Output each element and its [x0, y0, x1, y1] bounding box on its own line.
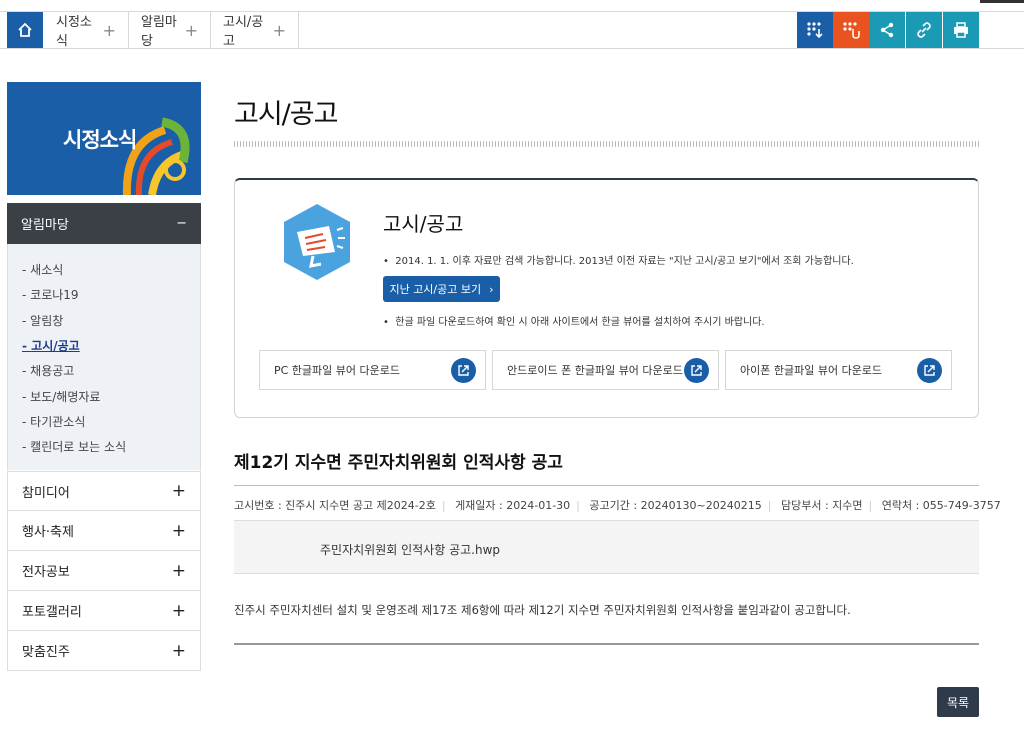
plus-icon: +: [171, 600, 186, 621]
print-button[interactable]: [943, 12, 979, 48]
home-button[interactable]: [7, 12, 43, 48]
collapse-icon: −: [176, 216, 187, 231]
sidebar-item-notice-window[interactable]: - 알림창: [22, 312, 63, 329]
crumb-2-label: 알림마당: [141, 15, 177, 49]
sidebar-item-other-agencies[interactable]: - 타기관소식: [22, 413, 85, 430]
crumb-3-label: 고시/공고: [223, 15, 264, 49]
post-divider: [234, 485, 979, 486]
list-button[interactable]: 목록: [937, 687, 979, 717]
sidebar-submenu: - 새소식 - 코로나19 - 알림창 - 고시/공고 - 채용공고 - 보도/…: [7, 244, 201, 470]
past-announcements-button[interactable]: 지난 고시/공고 보기 ›: [383, 276, 500, 302]
download-label: 아이폰 한글파일 뷰어 다운로드: [740, 364, 883, 377]
plus-icon: +: [171, 481, 186, 501]
braille-download-icon: [807, 22, 823, 39]
sidebar-menu-media[interactable]: 참미디어 +: [7, 471, 201, 511]
sidebar-item-recruitment[interactable]: - 채용공고: [22, 362, 74, 379]
share-button[interactable]: [869, 12, 905, 48]
sidebar-menu-custom-jinju[interactable]: 맞춤진주 +: [7, 631, 201, 671]
sidebar-section-header[interactable]: 알림마당 −: [7, 203, 201, 244]
external-link-icon: [684, 358, 709, 383]
top-edge-bar: [980, 0, 1024, 3]
external-link-icon: [917, 358, 942, 383]
sidebar-menu-label: 맞춤진주: [22, 645, 70, 660]
sidebar-menu-label: 포토갤러리: [22, 605, 82, 620]
download-label: 안드로이드 폰 한글파일 뷰어 다운로드: [507, 364, 683, 377]
plus-icon: +: [272, 20, 286, 40]
sidebar-banner: 시정소식: [7, 82, 201, 195]
notice-illustration-icon: [284, 204, 350, 280]
sidebar-item-covid19[interactable]: - 코로나19: [22, 286, 79, 303]
external-link-icon: [451, 358, 476, 383]
chevron-right-icon: ›: [489, 282, 494, 296]
meta-department: 담당부서 : 지수면: [780, 499, 863, 512]
sidebar-item-label: 새소식: [30, 263, 64, 277]
plus-icon: +: [102, 20, 116, 40]
sidebar-item-news[interactable]: - 새소식: [22, 261, 63, 278]
post-title: 제12기 지수면 주민자치위원회 인적사항 공고: [234, 453, 563, 473]
infobox-note-1-text: 2014. 1. 1. 이후 자료만 검색 가능합니다. 2013년 이전 자료…: [395, 256, 854, 267]
attachment-link[interactable]: 주민자치위원회 인적사항 공고.hwp: [320, 541, 500, 558]
sidebar-menu-events[interactable]: 행사·축제 +: [7, 511, 201, 551]
sidebar-menu-label: 참미디어: [22, 485, 70, 501]
sidebar-item-calendar[interactable]: - 캘린더로 보는 소식: [22, 438, 126, 455]
plus-icon: +: [171, 640, 186, 661]
braille-hand-icon: [843, 22, 860, 39]
sidebar-menu-label: 전자공보: [22, 565, 70, 580]
sidebar-menu-photo-gallery[interactable]: 포토갤러리 +: [7, 591, 201, 631]
sidebar-item-label: 캘린더로 보는 소식: [30, 440, 127, 454]
share-icon: [880, 22, 894, 38]
page-title: 고시/공고: [234, 99, 338, 130]
sidebar-item-label: 코로나19: [30, 288, 79, 302]
download-iphone-viewer[interactable]: 아이폰 한글파일 뷰어 다운로드: [725, 350, 952, 390]
post-body: 진주시 주민자치센터 설치 및 운영조례 제17조 제6항에 따라 제12기 지…: [234, 603, 851, 617]
crumb-1[interactable]: 시정소식 +: [44, 12, 129, 49]
past-announcements-label: 지난 고시/공고 보기: [389, 283, 482, 296]
link-button[interactable]: [906, 12, 942, 48]
braille-download-button[interactable]: [797, 12, 833, 48]
infobox-note-2-text: 한글 파일 다운로드하여 확인 시 아래 사이트에서 한글 뷰어를 설치하여 주…: [395, 317, 765, 328]
crumb-3[interactable]: 고시/공고 +: [211, 12, 299, 49]
plus-icon: +: [184, 20, 198, 40]
crumb-2[interactable]: 알림마당 +: [129, 12, 211, 49]
sidebar-item-label: 타기관소식: [30, 415, 86, 429]
home-icon: [18, 22, 32, 37]
sidebar-item-press[interactable]: - 보도/해명자료: [22, 388, 100, 405]
banner-title: 시정소식: [63, 128, 137, 152]
post-bottom-divider: [234, 643, 979, 645]
sidebar-item-label: 고시/공고: [31, 339, 80, 353]
sidebar-item-label: 채용공고: [30, 364, 75, 378]
crumb-1-label: 시정소식: [56, 15, 92, 49]
location-bar: 시정소식 + 알림마당 + 고시/공고 +: [0, 11, 1024, 49]
sidebar-section-label: 알림마당: [21, 218, 69, 233]
meta-contact: 연락처 : 055-749-3757: [881, 499, 1001, 512]
sidebar-item-label: 알림창: [30, 314, 64, 328]
sidebar-menu-label: 행사·축제: [22, 525, 74, 540]
plus-icon: +: [171, 560, 186, 581]
sidebar-item-announcements[interactable]: - 고시/공고: [22, 337, 80, 354]
infobox-note-1: • 2014. 1. 1. 이후 자료만 검색 가능합니다. 2013년 이전 …: [383, 256, 854, 267]
plus-icon: +: [171, 520, 186, 541]
sidebar-item-label: 보도/해명자료: [30, 390, 101, 404]
meta-number: 고시번호 : 진주시 지수면 공고 제2024-2호: [234, 499, 436, 512]
attachment-row: 주민자치위원회 인적사항 공고.hwp: [234, 520, 979, 574]
info-box: 고시/공고 • 2014. 1. 1. 이후 자료만 검색 가능합니다. 201…: [234, 178, 979, 418]
infobox-note-2: • 한글 파일 다운로드하여 확인 시 아래 사이트에서 한글 뷰어를 설치하여…: [383, 317, 765, 328]
title-divider: [234, 141, 979, 147]
braille-hand-button[interactable]: [833, 12, 869, 48]
download-pc-viewer[interactable]: PC 한글파일 뷰어 다운로드: [259, 350, 486, 390]
download-android-viewer[interactable]: 안드로이드 폰 한글파일 뷰어 다운로드: [492, 350, 719, 390]
download-label: PC 한글파일 뷰어 다운로드: [274, 364, 401, 377]
infobox-title: 고시/공고: [383, 212, 464, 236]
meta-posted-date: 게재일자 : 2024-01-30: [455, 499, 571, 512]
meta-period: 공고기간 : 20240130~20240215: [589, 499, 762, 512]
print-icon: [954, 22, 968, 38]
post-meta: 고시번호 : 진주시 지수면 공고 제2024-2호 | 게재일자 : 2024-…: [234, 499, 1001, 512]
sidebar-menu-e-gazette[interactable]: 전자공보 +: [7, 551, 201, 591]
link-icon: [917, 22, 931, 38]
